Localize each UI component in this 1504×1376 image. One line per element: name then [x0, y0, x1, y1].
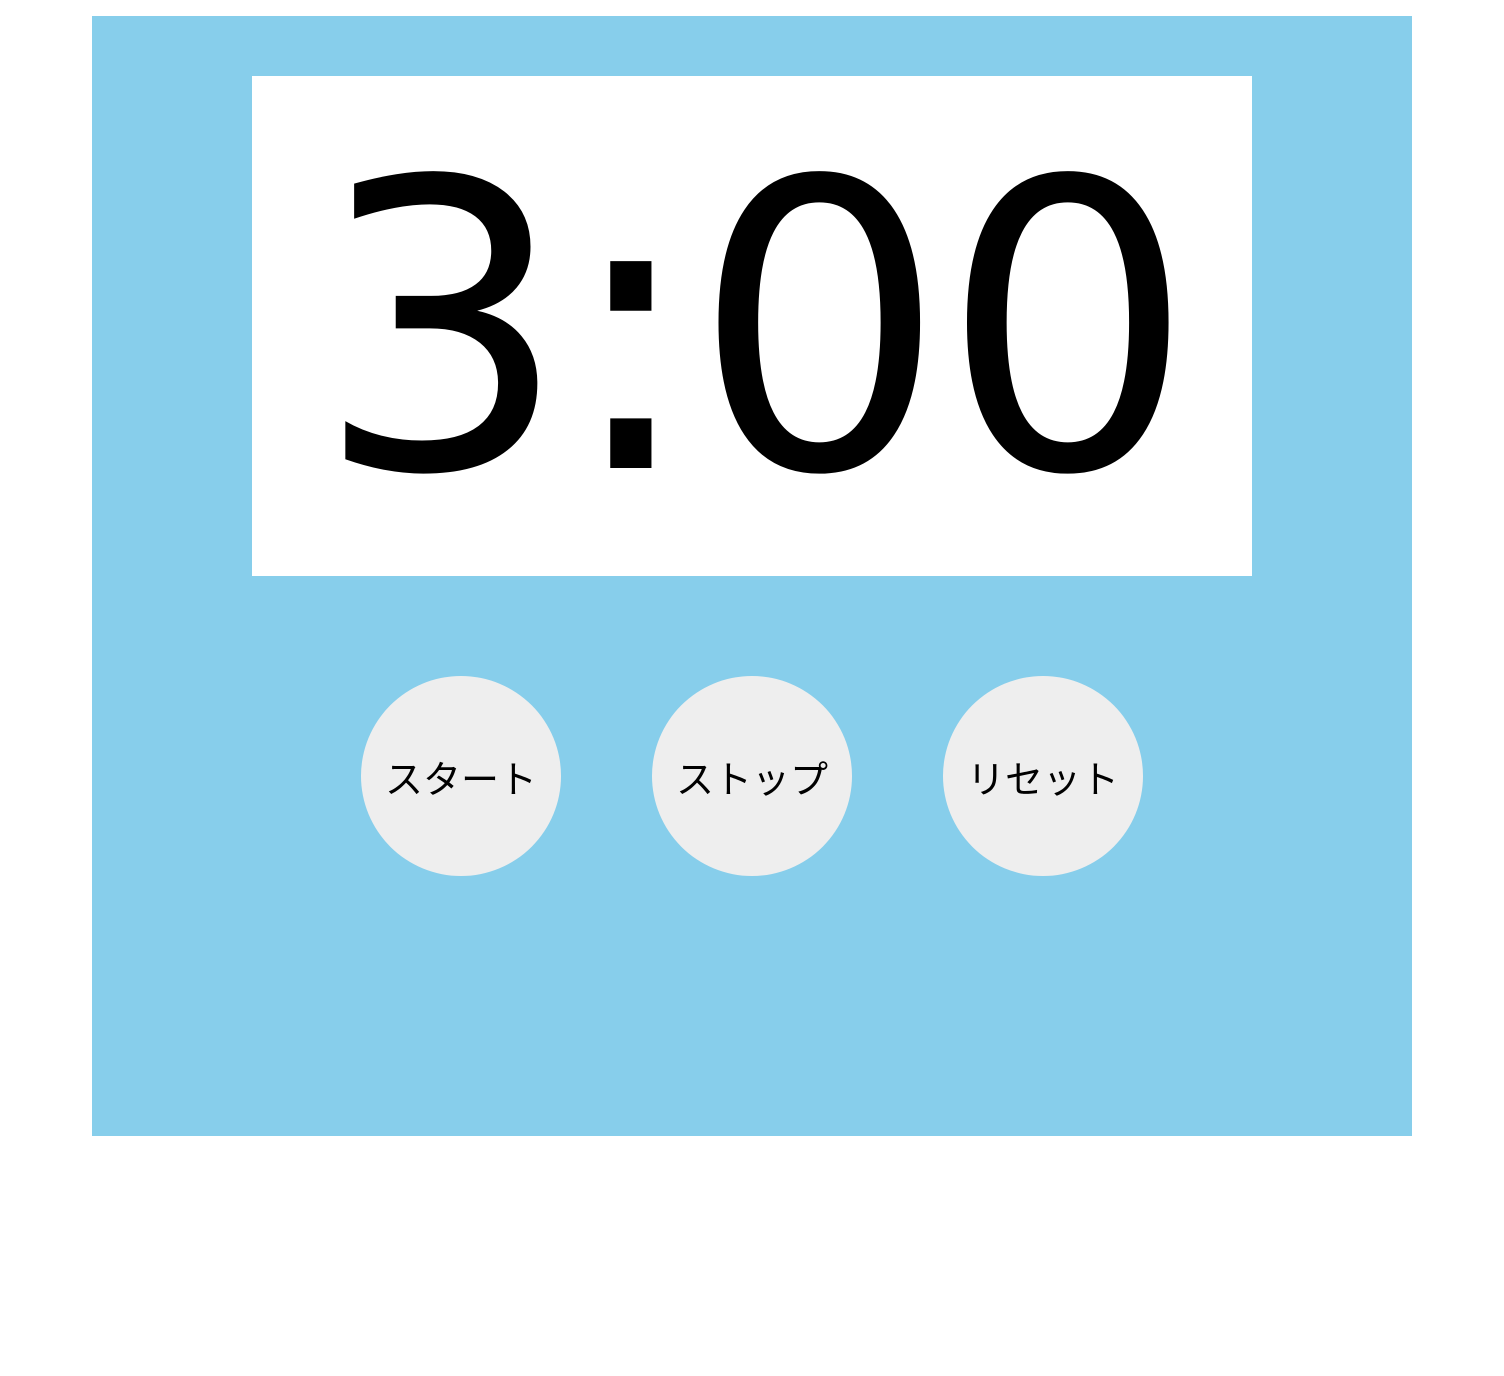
reset-button[interactable]: リセット: [943, 676, 1143, 876]
time-readout: 3:00: [314, 98, 1195, 563]
start-button[interactable]: スタート: [361, 676, 561, 876]
timer-panel: 3:00 スタート ストップ リセット: [92, 16, 1412, 1136]
timer-display: 3:00: [252, 76, 1252, 576]
stop-button[interactable]: ストップ: [652, 676, 852, 876]
timer-controls: スタート ストップ リセット: [92, 676, 1412, 876]
